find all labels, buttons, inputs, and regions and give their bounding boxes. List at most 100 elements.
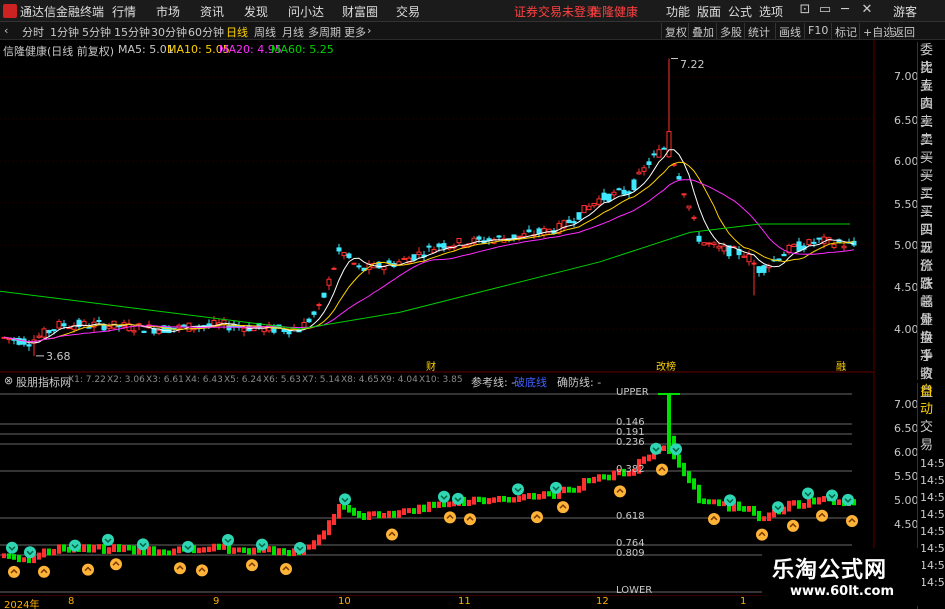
main-chart-canvas[interactable] (0, 40, 875, 370)
tool-function[interactable]: 功能 (666, 3, 690, 20)
label-earnings: 收益 (920, 367, 934, 400)
btn-adjust[interactable]: 复权 (661, 23, 690, 39)
indicator-bar (602, 474, 606, 480)
candle-body (516, 235, 522, 238)
tool-options[interactable]: 选项 (759, 3, 783, 20)
main-chart[interactable]: 信隆健康(日线 前复权) MA5: 5.01 MA10: 5.05 MA20: … (0, 40, 919, 373)
candle-body (226, 325, 232, 331)
candle-body (461, 245, 467, 248)
label-buy3: 买三 (920, 187, 934, 220)
indicator-bar (312, 540, 316, 550)
candle-body (611, 191, 617, 196)
restore-icon[interactable]: ⊡ (798, 2, 812, 18)
confirm-line-label: 确防线: - (557, 376, 602, 389)
candle-body (316, 304, 322, 307)
indicator-bar (702, 498, 706, 505)
fib-0618: 0.618 (616, 511, 645, 522)
indicator-bar (367, 511, 371, 520)
menu-news[interactable]: 资讯 (200, 3, 224, 20)
period-monthly[interactable]: 月线 (282, 24, 304, 40)
menu-trade[interactable]: 交易 (396, 3, 420, 20)
menu-assistant[interactable]: 问小达 (288, 3, 324, 20)
indicator-bar (817, 497, 821, 505)
tool-formula[interactable]: 公式 (728, 3, 752, 20)
tool-layout[interactable]: 版面 (697, 3, 721, 20)
candle-body (621, 189, 627, 195)
trade-label[interactable]: 交易 (918, 419, 945, 455)
period-multi[interactable]: 多周期 (308, 24, 341, 40)
period-1min[interactable]: 1分钟 (50, 24, 79, 40)
btn-draw[interactable]: 画线 (775, 23, 804, 39)
period-30min[interactable]: 30分钟 (151, 24, 187, 40)
sell-signal-icon (438, 490, 450, 503)
candle-body (651, 153, 657, 156)
main-axis-400: 4.00 (894, 323, 919, 336)
candle-body (711, 242, 717, 246)
btn-multi-stock[interactable]: 多股 (716, 23, 745, 39)
btn-back[interactable]: 返回 (889, 23, 918, 39)
indicator-bar (322, 530, 326, 540)
indicator-bar (607, 474, 611, 481)
trade-time: 14:56 (920, 474, 945, 487)
indicator-bar (407, 508, 411, 514)
label-sell3: 卖三 (920, 97, 934, 130)
candle-body (341, 252, 347, 257)
candle-body (211, 320, 217, 327)
nav-left-icon[interactable]: ‹ (4, 24, 8, 37)
indicator-bar (802, 502, 806, 509)
buy-signal-icon (196, 564, 208, 577)
indicator-x1: X1: 7.22 (68, 375, 106, 385)
indicator-bar (487, 498, 491, 505)
indicator-chart[interactable]: ⊗ 股朋指标网 X1: 7.22 X2: 3.06 X3: 6.61 X4: 6… (0, 371, 919, 596)
menu-wealth-circle[interactable]: 财富圈 (342, 3, 378, 20)
candle-body (386, 260, 392, 264)
candle-body (311, 311, 317, 315)
menu-discover[interactable]: 发现 (244, 3, 268, 20)
btn-stats[interactable]: 统计 (744, 23, 773, 39)
candle-body (811, 241, 817, 244)
login-warning[interactable]: 证券交易未登录 (514, 3, 598, 20)
minimize-icon[interactable]: ─ (838, 2, 852, 18)
indicator-bar (357, 511, 361, 518)
trade-time: 14:56 (920, 491, 945, 504)
indicator-bar (422, 504, 426, 513)
buy-signal-icon (444, 511, 456, 524)
indicator-bar (167, 550, 171, 556)
period-daily[interactable]: 日线 (226, 24, 248, 40)
sell-signal-icon (670, 443, 682, 456)
period-15min[interactable]: 15分钟 (114, 24, 150, 40)
period-weekly[interactable]: 周线 (254, 24, 276, 40)
buy-signal-icon (174, 562, 186, 575)
candle-body (576, 212, 582, 220)
indicator-bar (37, 552, 41, 560)
indicator-bar (707, 499, 711, 505)
menu-quotes[interactable]: 行情 (112, 3, 136, 20)
indicator-bar (697, 484, 701, 504)
candle-body (356, 265, 362, 268)
more-arrow-icon[interactable]: › (367, 24, 371, 37)
sell-signal-icon (842, 493, 854, 506)
watermark-title: 乐淘公式网 (772, 558, 888, 583)
candle-body (346, 253, 352, 259)
label-sell4: 卖四 (920, 79, 934, 112)
period-timeshare[interactable]: 分时 (22, 24, 44, 40)
indicator-close-icon[interactable]: ⊗ (4, 374, 13, 387)
indicator-canvas[interactable] (0, 372, 875, 594)
menu-market[interactable]: 市场 (156, 3, 180, 20)
period-more[interactable]: 更多 (344, 24, 366, 40)
period-5min[interactable]: 5分钟 (82, 24, 111, 40)
sub-axis-450: 4.50 (894, 518, 919, 531)
btn-f10[interactable]: F10 (804, 23, 831, 39)
period-60min[interactable]: 60分钟 (188, 24, 224, 40)
period-toolbar: ‹ 分时 1分钟 5分钟 15分钟 30分钟 60分钟 日线 周线 月线 多周期… (0, 22, 945, 40)
btn-mark[interactable]: 标记 (831, 23, 860, 39)
guest-label[interactable]: 游客 (893, 3, 917, 20)
auto-label[interactable]: 自动 (918, 383, 945, 419)
buy-signal-icon (38, 565, 50, 578)
indicator-title[interactable]: 股朋指标网 (16, 374, 71, 390)
close-icon[interactable]: ✕ (860, 2, 874, 18)
indicator-bar (217, 543, 221, 550)
btn-overlay[interactable]: 叠加 (688, 23, 717, 39)
buy-signal-icon (464, 513, 476, 526)
maximize-icon[interactable]: ▭ (818, 2, 832, 18)
